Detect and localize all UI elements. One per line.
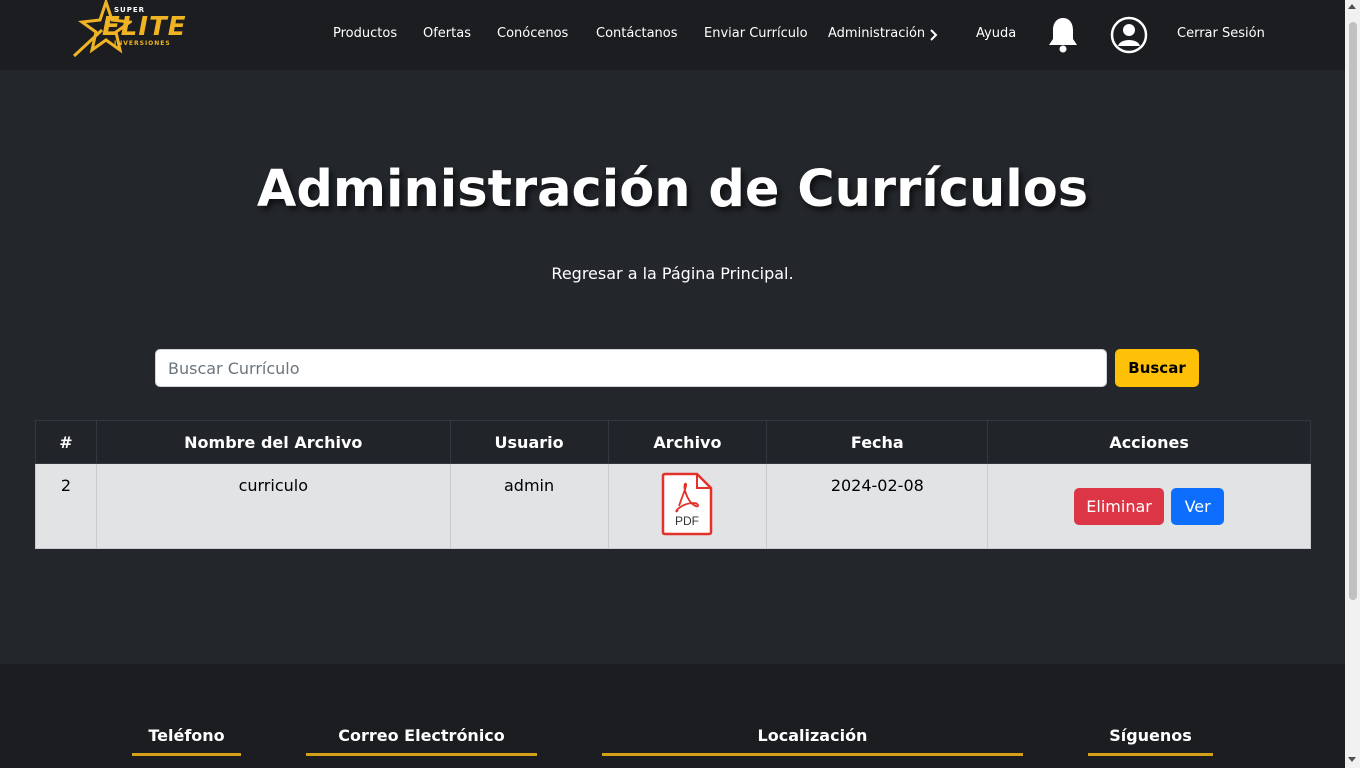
table-row: 2 curriculo admin PDF 2024-02-08 Elimina… [35, 463, 1311, 549]
logo-inversiones-text: INVERSIONES [114, 40, 171, 47]
search-button[interactable]: Buscar [1115, 349, 1199, 387]
cell-file: PDF [607, 463, 768, 549]
user-account-icon[interactable] [1110, 16, 1148, 54]
footer-heading-telefono: Teléfono [148, 726, 225, 745]
search-input[interactable] [155, 349, 1107, 387]
page-scrollbar[interactable] [1345, 0, 1360, 768]
logo-elite-text: ELITE [102, 12, 187, 42]
nav-contactanos[interactable]: Contáctanos [596, 26, 678, 41]
bell-icon[interactable] [1046, 15, 1080, 55]
page-title: Administración de Currículos [256, 160, 1089, 219]
col-header-id: # [35, 420, 97, 464]
footer-heading-correo: Correo Electrónico [338, 726, 505, 745]
delete-button[interactable]: Eliminar [1074, 487, 1165, 525]
footer-heading-localizacion: Localización [757, 726, 868, 745]
cell-filename: curriculo [95, 463, 451, 549]
cell-date: 2024-02-08 [766, 463, 989, 549]
brand-logo[interactable]: SUPER ELITE INVERSIONES [72, 0, 207, 60]
nav-conocenos[interactable]: Conócenos [497, 26, 568, 41]
footer-divider [306, 753, 537, 756]
pdf-label: PDF [675, 514, 699, 528]
scroll-up-arrow-icon[interactable] [1348, 4, 1356, 9]
footer-divider [1088, 753, 1213, 756]
back-home-link[interactable]: Regresar a la Página Principal. [0, 264, 1345, 283]
cell-actions: Eliminar Ver [987, 463, 1311, 549]
curriculum-table: # Nombre del Archivo Usuario Archivo Fec… [35, 420, 1311, 549]
pdf-icon[interactable]: PDF [661, 472, 713, 536]
col-header-filename: Nombre del Archivo [95, 420, 451, 464]
logout-link[interactable]: Cerrar Sesión [1177, 26, 1265, 41]
col-header-date: Fecha [766, 420, 989, 464]
footer-heading-siguenos: Síguenos [1109, 726, 1192, 745]
col-header-file: Archivo [607, 420, 768, 464]
footer-divider [602, 753, 1023, 756]
navbar: SUPER ELITE INVERSIONES Productos Oferta… [0, 0, 1345, 70]
table-header-row: # Nombre del Archivo Usuario Archivo Fec… [35, 420, 1311, 464]
col-header-user: Usuario [449, 420, 609, 464]
nav-productos[interactable]: Productos [333, 26, 397, 41]
nav-enviar-curriculo[interactable]: Enviar Currículo [704, 26, 808, 41]
scroll-thumb[interactable] [1349, 22, 1357, 600]
scroll-down-arrow-icon[interactable] [1348, 757, 1356, 762]
cell-id: 2 [35, 463, 97, 549]
view-button[interactable]: Ver [1171, 487, 1225, 525]
chevron-right-icon[interactable] [928, 26, 940, 44]
nav-ayuda[interactable]: Ayuda [976, 26, 1016, 41]
cell-user: admin [449, 463, 609, 549]
footer-divider [132, 753, 241, 756]
col-header-actions: Acciones [987, 420, 1311, 464]
nav-administracion[interactable]: Administración [828, 26, 925, 41]
nav-ofertas[interactable]: Ofertas [423, 26, 471, 41]
